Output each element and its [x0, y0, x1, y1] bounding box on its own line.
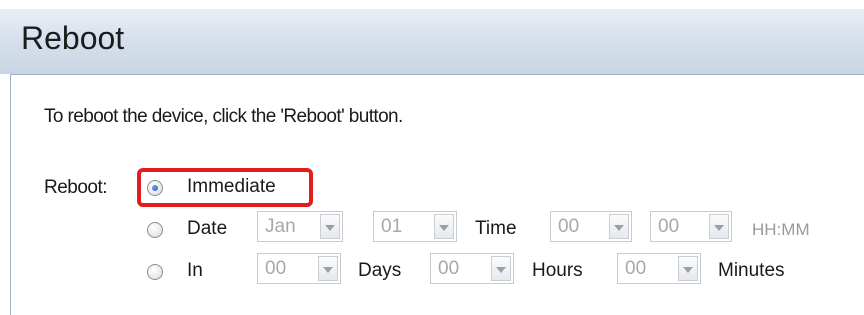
hour-value: 00 — [558, 216, 580, 237]
in-label[interactable]: In — [187, 259, 203, 283]
page-title: Reboot — [21, 20, 125, 56]
hours-label: Hours — [532, 260, 583, 281]
days-value: 00 — [265, 258, 287, 279]
chevron-down-icon[interactable] — [709, 214, 729, 239]
minutes-value: 00 — [625, 258, 647, 279]
title-bar: Reboot — [0, 0, 864, 74]
date-label[interactable]: Date — [187, 217, 227, 241]
chevron-down-icon[interactable] — [434, 214, 454, 239]
minutes-select[interactable]: 00 — [617, 253, 701, 284]
minute-select[interactable]: 00 — [650, 211, 732, 242]
immediate-label[interactable]: Immediate — [187, 175, 276, 199]
radio-selected-dot — [152, 185, 158, 191]
days-select[interactable]: 00 — [257, 253, 341, 284]
date-radio[interactable] — [147, 222, 163, 238]
hour-select[interactable]: 00 — [550, 211, 632, 242]
chevron-down-icon[interactable] — [318, 256, 338, 281]
minutes-label: Minutes — [718, 260, 785, 281]
hours-select[interactable]: 00 — [430, 253, 514, 284]
day-value: 01 — [381, 216, 403, 237]
chevron-down-icon[interactable] — [609, 214, 629, 239]
month-select[interactable]: Jan — [257, 211, 343, 242]
chevron-down-icon[interactable] — [678, 256, 698, 281]
top-strip — [0, 0, 864, 9]
day-select[interactable]: 01 — [373, 211, 457, 242]
month-value: Jan — [265, 216, 296, 237]
instruction-text: To reboot the device, click the 'Reboot'… — [44, 106, 403, 127]
time-format-hint: HH:MM — [752, 220, 810, 239]
reboot-label: Reboot: — [44, 177, 108, 198]
chevron-down-icon[interactable] — [491, 256, 511, 281]
days-label: Days — [358, 260, 402, 281]
in-radio[interactable] — [147, 264, 163, 280]
time-label: Time — [475, 218, 517, 239]
hours-value: 00 — [438, 258, 460, 279]
immediate-radio[interactable] — [147, 180, 163, 196]
chevron-down-icon[interactable] — [320, 214, 340, 239]
minute-value: 00 — [658, 216, 680, 237]
